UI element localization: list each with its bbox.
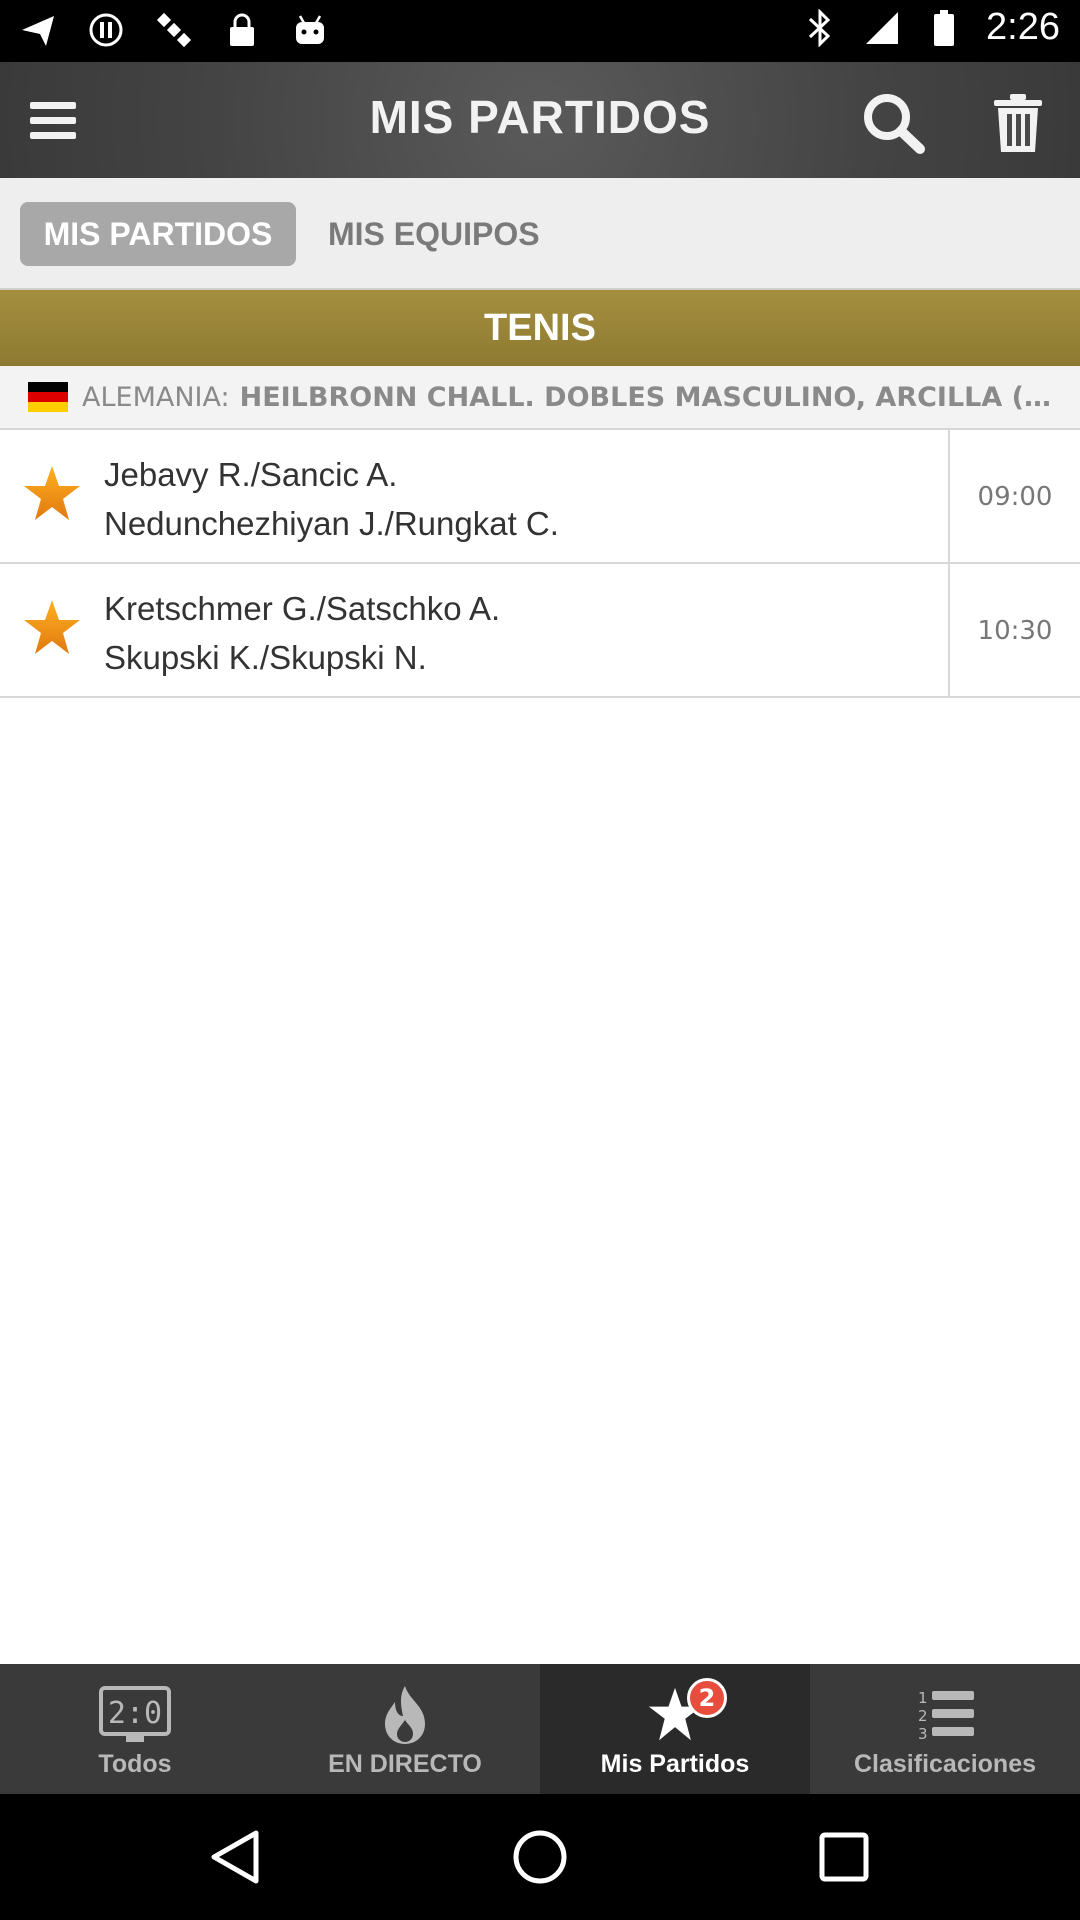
favorite-star-icon[interactable] xyxy=(20,596,84,660)
svg-text:2:0: 2:0 xyxy=(108,1696,162,1731)
favorite-star-icon[interactable] xyxy=(20,462,84,526)
signal-icon xyxy=(862,8,902,48)
status-bar: 2:26 xyxy=(0,0,1080,62)
scoreboard-icon: 2:0 xyxy=(95,1684,175,1746)
ranking-list-icon: 123 xyxy=(905,1684,985,1746)
nav-todos[interactable]: 2:0 Todos xyxy=(0,1664,270,1794)
bottom-navigation: 2:0 Todos EN DIRECTO 2 Mis Partidos 123 … xyxy=(0,1664,1080,1794)
germany-flag-icon xyxy=(28,382,68,412)
alert-icon xyxy=(86,10,126,50)
home-icon[interactable] xyxy=(510,1827,570,1887)
away-team: Skupski K./Skupski N. xyxy=(104,639,427,676)
recent-apps-icon[interactable] xyxy=(814,1827,874,1887)
lock-icon xyxy=(222,10,262,50)
trash-icon[interactable] xyxy=(990,92,1046,154)
notification-badge: 2 xyxy=(687,1678,727,1718)
home-team: Kretschmer G./Satschko A. xyxy=(104,590,501,627)
android-icon xyxy=(290,10,330,50)
league-country: ALEMANIA: xyxy=(82,381,230,413)
search-icon[interactable] xyxy=(860,90,928,154)
sport-section-header: TENIS xyxy=(0,290,1080,366)
battery-icon xyxy=(924,8,964,48)
app-header: MIS PARTIDOS xyxy=(0,62,1080,178)
nav-label: Mis Partidos xyxy=(600,1750,750,1778)
subtab-bar: MIS PARTIDOS MIS EQUIPOS xyxy=(0,178,1080,290)
nav-label: EN DIRECTO xyxy=(328,1750,482,1778)
navigation-icon xyxy=(18,10,58,50)
nav-label: Todos xyxy=(98,1750,172,1778)
league-name: HEILBRONN CHALL. DOBLES MASCULINO, ARCIL… xyxy=(239,381,1060,413)
match-row[interactable]: Jebavy R./Sancic A. Nedunchezhiyan J./Ru… xyxy=(0,430,1080,564)
home-team: Jebavy R./Sancic A. xyxy=(104,456,398,493)
nav-mis-partidos[interactable]: 2 Mis Partidos xyxy=(540,1664,810,1794)
match-row[interactable]: Kretschmer G./Satschko A. Skupski K./Sku… xyxy=(0,564,1080,698)
tab-mis-partidos[interactable]: MIS PARTIDOS xyxy=(20,202,296,266)
back-icon[interactable] xyxy=(206,1827,266,1887)
svg-text:3: 3 xyxy=(918,1725,928,1743)
satellite-icon xyxy=(154,10,194,50)
match-time: 10:30 xyxy=(977,616,1053,646)
system-navigation-bar xyxy=(0,1794,1080,1920)
bluetooth-icon xyxy=(800,8,840,48)
clock: 2:26 xyxy=(986,6,1060,48)
flame-icon xyxy=(365,1684,445,1746)
nav-clasificaciones[interactable]: 123 Clasificaciones xyxy=(810,1664,1080,1794)
league-header[interactable]: ALEMANIA: HEILBRONN CHALL. DOBLES MASCUL… xyxy=(0,366,1080,430)
match-time: 09:00 xyxy=(977,482,1053,512)
star-icon: 2 xyxy=(635,1678,727,1746)
away-team: Nedunchezhiyan J./Rungkat C. xyxy=(104,505,559,542)
svg-text:1: 1 xyxy=(918,1689,928,1707)
nav-en-directo[interactable]: EN DIRECTO xyxy=(270,1664,540,1794)
tab-mis-equipos[interactable]: MIS EQUIPOS xyxy=(306,202,562,266)
nav-label: Clasificaciones xyxy=(853,1750,1037,1778)
svg-text:2: 2 xyxy=(918,1707,928,1725)
